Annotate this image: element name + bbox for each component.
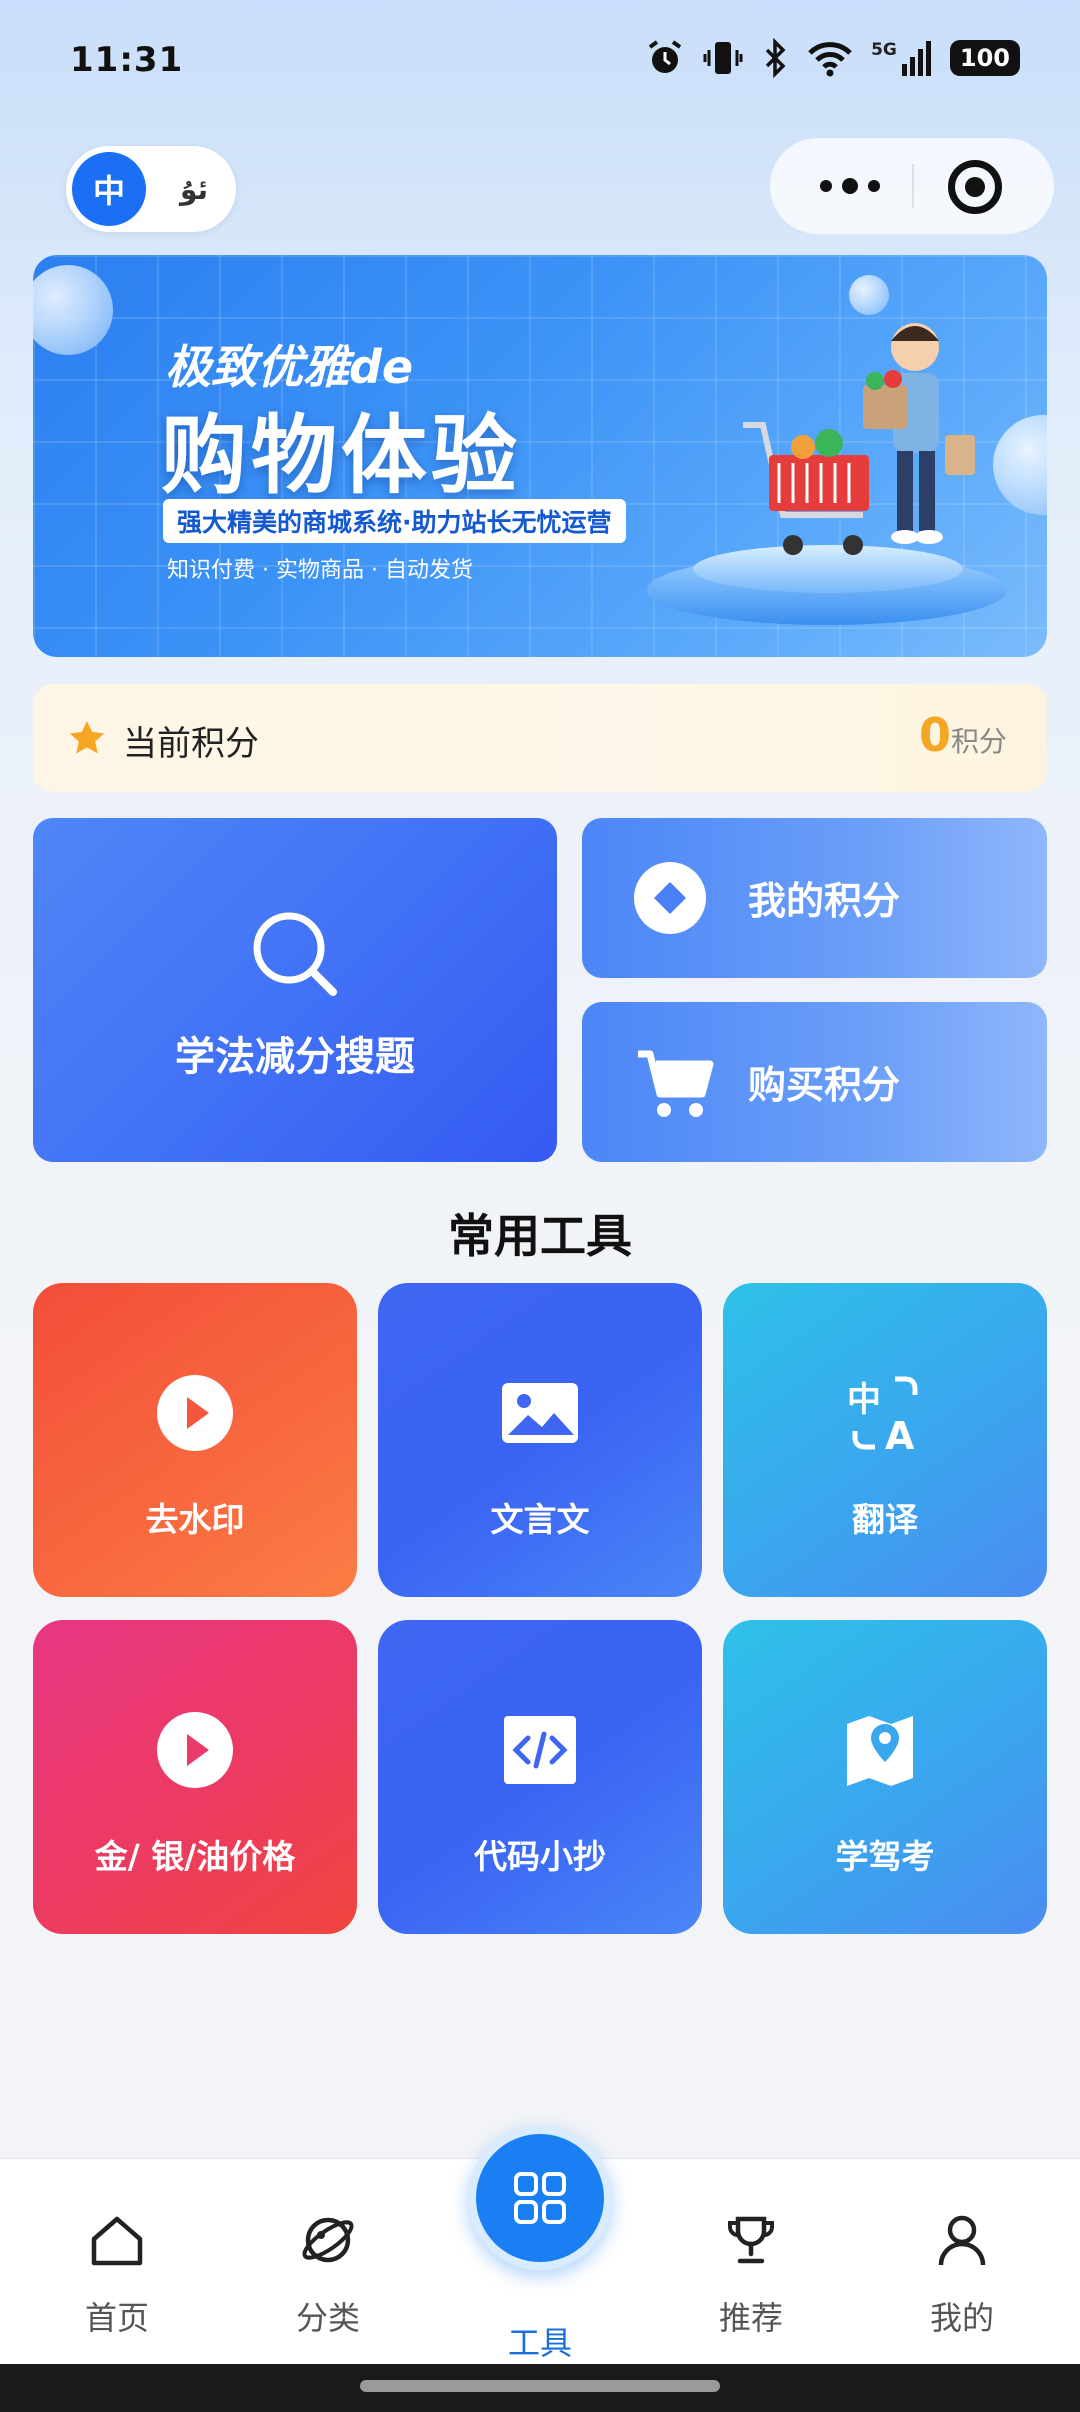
network-type-label: 5G	[871, 40, 897, 60]
my-points-card[interactable]: 我的积分	[582, 818, 1047, 978]
nav-item-home[interactable]: 首页	[42, 2159, 192, 2365]
tool-label: 文言文	[490, 1500, 590, 1539]
tool-driving-test[interactable]: 学驾考	[723, 1620, 1047, 1934]
banner-bubble	[849, 275, 889, 315]
signal-indicator: 5G	[871, 40, 932, 76]
current-points-unit: 积分	[950, 725, 1007, 758]
planet-icon	[302, 2217, 354, 2263]
tool-code-cheatsheet[interactable]: 代码小抄	[378, 1620, 702, 1934]
tool-remove-watermark[interactable]: 去水印	[33, 1283, 357, 1597]
translate-icon: 中 A	[847, 1376, 918, 1453]
user-icon	[938, 2215, 986, 2266]
svg-text:A: A	[885, 1414, 915, 1453]
search-questions-label: 学法减分搜题	[175, 1034, 415, 1080]
vibrate-icon	[703, 42, 743, 74]
status-icons: 5G 100	[645, 38, 1020, 78]
current-points-value: 0	[918, 708, 951, 762]
banner-title-line2: 购物体验	[161, 406, 521, 506]
nav-label: 分类	[295, 2299, 360, 2337]
buy-points-card[interactable]: 购买积分	[582, 1002, 1047, 1162]
map-pin-icon	[847, 1716, 913, 1786]
alarm-icon	[648, 40, 682, 73]
home-icon	[91, 2216, 143, 2266]
tool-label: 金/ 银/油价格	[94, 1837, 296, 1876]
tool-translate[interactable]: 中 A 翻译	[723, 1283, 1047, 1597]
lang-option-uyghur[interactable]: ئۇ	[158, 152, 230, 226]
battery-indicator: 100	[949, 40, 1020, 76]
play-icon	[157, 1375, 233, 1451]
grid-icon	[514, 2172, 566, 2224]
miniprogram-capsule	[770, 138, 1054, 234]
play-icon	[157, 1712, 233, 1788]
image-icon	[502, 1383, 578, 1443]
tool-classical-chinese[interactable]: 文言文	[378, 1283, 702, 1597]
star-icon	[69, 721, 105, 754]
nav-item-category[interactable]: 分类	[253, 2159, 403, 2365]
buy-points-label: 购买积分	[748, 1063, 901, 1107]
tool-label: 去水印	[145, 1500, 245, 1539]
search-icon	[253, 912, 337, 996]
nav-label: 首页	[84, 2299, 149, 2337]
current-points-bar[interactable]: 当前积分 0 积分	[33, 684, 1047, 792]
tool-metal-oil-prices[interactable]: 金/ 银/油价格	[33, 1620, 357, 1934]
language-toggle[interactable]: 中 ئۇ	[66, 146, 236, 232]
wifi-icon	[808, 42, 852, 77]
shopper-figure-illustration	[863, 323, 975, 544]
current-points-label: 当前积分	[123, 724, 259, 764]
nav-label-active[interactable]: 工具	[465, 2318, 615, 2364]
nav-label: 推荐	[718, 2299, 783, 2337]
close-miniprogram-icon[interactable]	[948, 160, 1002, 214]
status-time: 11:31	[70, 40, 184, 80]
lang-option-chinese[interactable]: 中	[72, 152, 146, 226]
my-points-label: 我的积分	[748, 879, 901, 923]
signal-bars-icon	[901, 41, 931, 76]
nav-label: 我的	[929, 2299, 994, 2337]
nav-item-mine[interactable]: 我的	[887, 2159, 1037, 2365]
status-bar: 11:31 5G 100	[0, 0, 1080, 120]
search-questions-card[interactable]: 学法减分搜题	[33, 818, 557, 1162]
tool-label: 翻译	[852, 1500, 918, 1539]
bluetooth-icon	[765, 38, 786, 78]
nav-item-recommend[interactable]: 推荐	[676, 2159, 826, 2365]
banner-subtitle: 知识付费 · 实物商品 · 自动发货	[167, 558, 473, 583]
more-icon[interactable]	[810, 166, 890, 206]
capsule-divider	[912, 164, 914, 208]
nav-item-tools[interactable]	[468, 2126, 612, 2270]
code-icon	[504, 1716, 576, 1784]
cart-icon	[638, 1050, 714, 1117]
promo-banner[interactable]: 极致优雅de 购物体验 强大精美的商城系统·助力站长无忧运营 知识付费 · 实物…	[33, 255, 1047, 657]
home-indicator[interactable]	[360, 2380, 720, 2392]
tool-label: 代码小抄	[474, 1837, 606, 1876]
tool-label: 学驾考	[835, 1837, 935, 1876]
banner-tagline: 强大精美的商城系统·助力站长无忧运营	[163, 499, 626, 543]
common-tools-title: 常用工具	[448, 1209, 632, 1263]
trophy-icon	[728, 2216, 774, 2264]
diamond-icon	[634, 862, 706, 934]
svg-text:中: 中	[847, 1380, 881, 1420]
